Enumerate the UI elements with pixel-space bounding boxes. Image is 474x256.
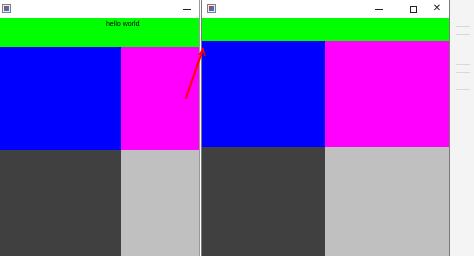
dark-gray-panel	[202, 147, 325, 256]
left-window: hello world	[0, 0, 200, 256]
green-top-panel	[202, 18, 449, 41]
light-gray-panel	[121, 150, 199, 256]
java-app-icon	[2, 4, 11, 13]
dark-gray-panel	[0, 150, 121, 256]
blue-panel	[0, 47, 121, 150]
minimize-button[interactable]	[175, 0, 199, 18]
magenta-panel	[325, 41, 449, 147]
light-gray-panel	[325, 147, 449, 256]
desktop: hello world ✕	[0, 0, 474, 256]
green-top-panel: hello world	[0, 18, 199, 47]
maximize-icon	[409, 5, 417, 13]
background-window-edge	[450, 0, 474, 256]
java-app-icon	[207, 4, 216, 13]
minimize-button[interactable]	[367, 0, 391, 18]
right-window-titlebar[interactable]: ✕	[202, 0, 449, 18]
hello-world-label: hello world	[106, 21, 140, 28]
magenta-panel	[121, 47, 199, 150]
blue-panel	[202, 41, 325, 147]
minimize-icon	[183, 8, 191, 10]
maximize-button[interactable]	[401, 0, 425, 18]
minimize-icon	[375, 8, 383, 10]
right-window: ✕	[201, 0, 450, 256]
left-window-titlebar[interactable]	[0, 0, 199, 18]
close-button[interactable]: ✕	[425, 0, 449, 18]
close-icon: ✕	[432, 3, 442, 14]
